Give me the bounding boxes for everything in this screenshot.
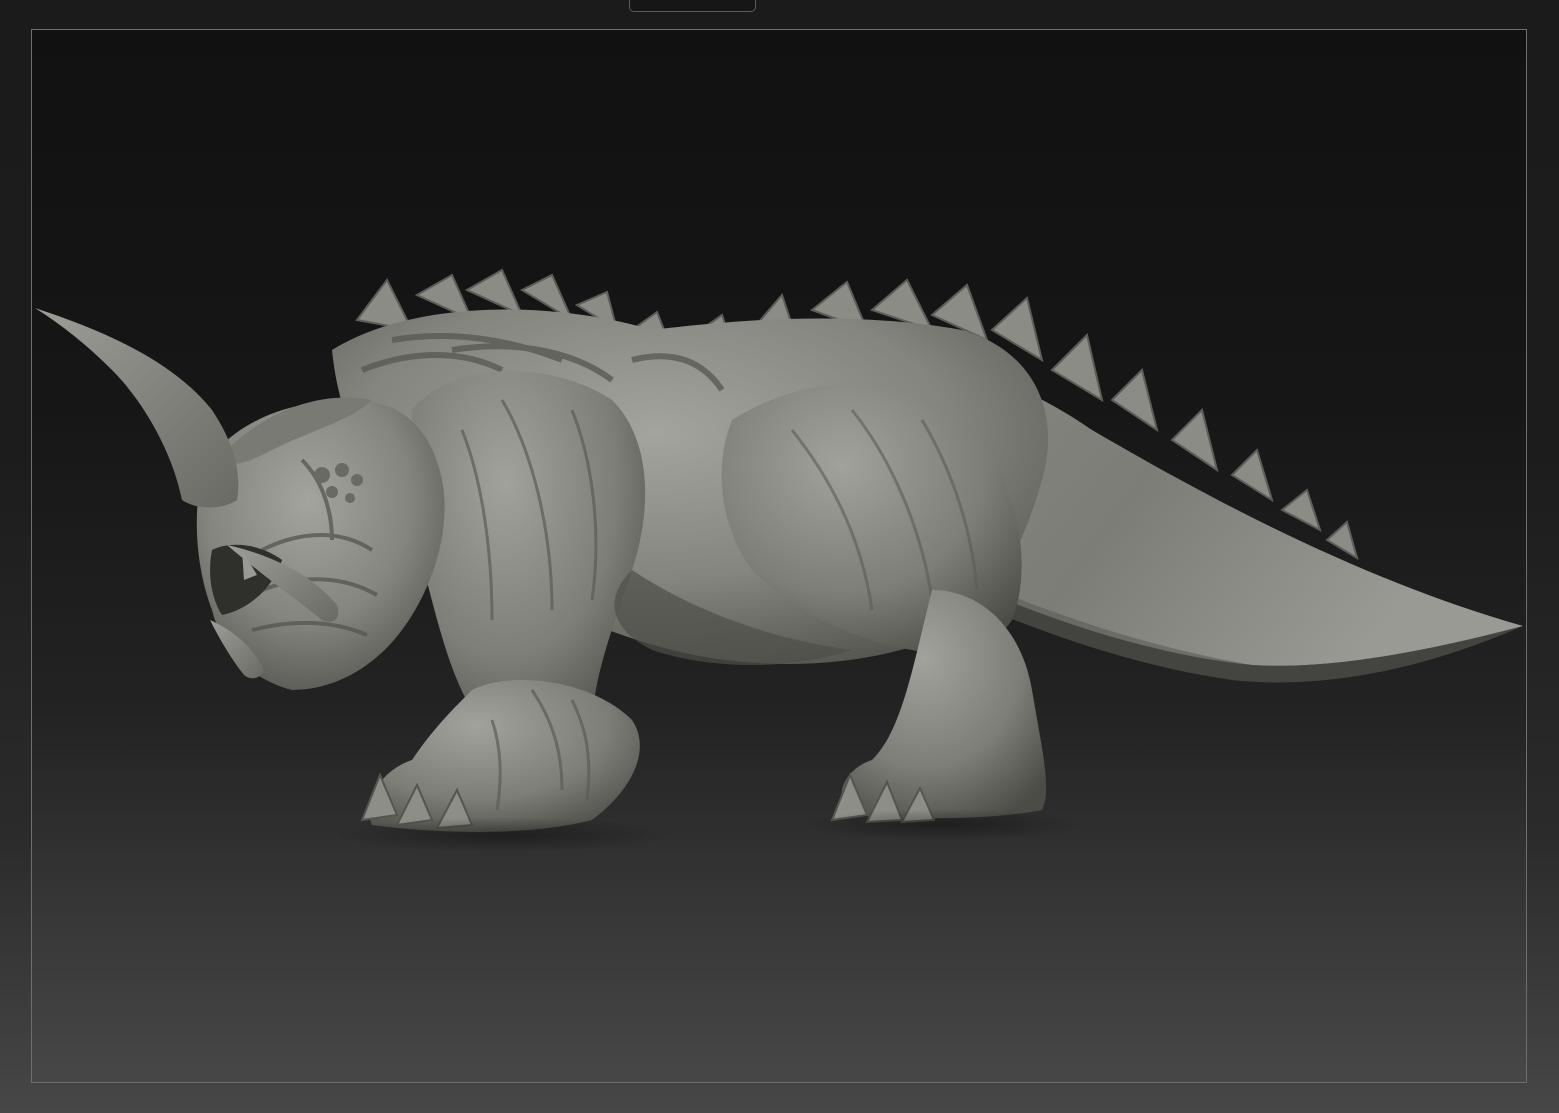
viewport-top-tab[interactable] [629,0,756,12]
main-horn [35,308,239,508]
document-viewport[interactable] [31,29,1527,1083]
creature-sculpt-model[interactable] [32,30,1526,1082]
zbrush-canvas [0,0,1559,1113]
